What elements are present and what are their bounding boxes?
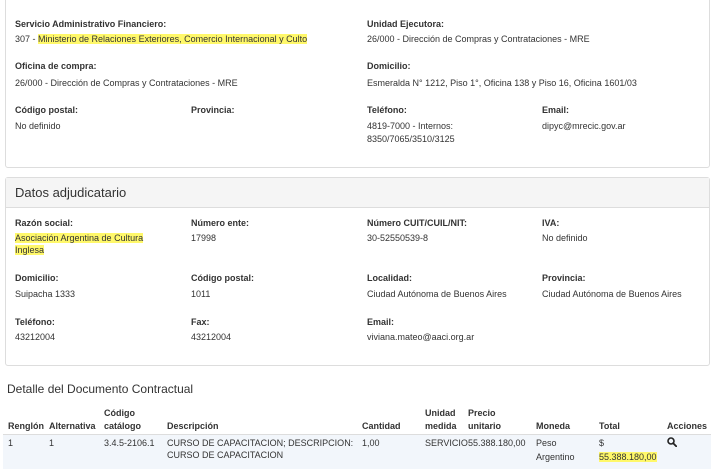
cell-alternativa: 1: [49, 438, 55, 448]
adj-email-label: Email:: [367, 317, 395, 327]
numero-ente-value: 17998: [191, 233, 217, 243]
adj-email-value: viviana.mateo@aaci.org.ar: [367, 332, 475, 342]
oficina-value: 26/000 - Dirección de Compras y Contrata…: [15, 78, 238, 88]
adj-codigo-postal-label: Código postal:: [191, 273, 254, 283]
oficina-label: Oficina de compra:: [15, 61, 97, 71]
telefono-line2: 8350/7065/3510/3125: [367, 134, 455, 144]
adj-provincia-label: Provincia:: [542, 273, 586, 283]
header-acciones: Acciones: [667, 421, 708, 431]
header-moneda: Moneda: [536, 421, 571, 431]
fax-value: 43212004: [191, 332, 232, 342]
adj-domicilio-value: Suipacha 1333: [15, 289, 76, 299]
cell-renglon: 1: [8, 438, 14, 448]
razon-social-label: Razón social:: [15, 218, 74, 228]
adj-provincia-value: Ciudad Autónoma de Buenos Aires: [542, 289, 682, 299]
razon-social-text1: Asociación Argentina de Cultura: [15, 233, 144, 243]
razon-social-line1: Asociación Argentina de Cultura: [15, 232, 144, 244]
email-label: Email:: [542, 105, 570, 115]
organismo-panel: Servicio Administrativo Financiero: 307 …: [5, 0, 710, 168]
cell-unidad: SERVICIO: [425, 438, 468, 448]
domicilio-value: Esmeralda N° 1212, Piso 1°, Oficina 138 …: [367, 78, 637, 88]
adj-domicilio-label: Domicilio:: [15, 273, 59, 283]
header-codigo-1: Código: [104, 408, 135, 418]
adjudicatario-panel: Datos adjudicatario Razón social: Asocia…: [5, 177, 710, 366]
localidad-label: Localidad:: [367, 273, 413, 283]
adj-telefono-value: 43212004: [15, 332, 56, 342]
razon-social-text2: Inglesa: [15, 245, 45, 255]
header-descripcion: Descripción: [167, 421, 219, 431]
header-total: Total: [599, 421, 620, 431]
header-precio-2: unitario: [468, 421, 501, 431]
servicio-name: Ministerio de Relaciones Exteriores, Com…: [38, 34, 308, 44]
adj-telefono-label: Teléfono:: [15, 317, 55, 327]
header-precio-1: Precio: [468, 408, 496, 418]
header-codigo-2: catálogo: [104, 421, 142, 431]
cuit-value: 30-52550539-8: [367, 233, 429, 243]
telefono-line1: 4819-7000 - Internos:: [367, 121, 454, 131]
codigo-postal-value: No definido: [15, 121, 61, 131]
codigo-postal-label: Código postal:: [15, 105, 78, 115]
detalle-title: Detalle del Documento Contractual: [7, 382, 194, 396]
header-unidad-2: medida: [425, 421, 457, 431]
cell-codigo: 3.4.5-2106.1: [104, 438, 155, 448]
total-value-highlight: 55.388.180,00: [599, 452, 657, 462]
header-renglon: Renglón: [8, 421, 44, 431]
cell-descripcion-1: CURSO DE CAPACITACION; DESCRIPCION:: [167, 438, 354, 448]
iva-value: No definido: [542, 233, 588, 243]
numero-ente-label: Número ente:: [191, 218, 250, 228]
cell-precio: 55.388.180,00: [468, 438, 526, 448]
telefono-label: Teléfono:: [367, 105, 407, 115]
unidad-ejecutora-label: Unidad Ejecutora:: [367, 19, 445, 29]
search-icon[interactable]: [667, 437, 677, 447]
adjudicatario-heading: Datos adjudicatario: [6, 178, 709, 208]
iva-label: IVA:: [542, 218, 560, 228]
servicio-code: 307 -: [15, 34, 39, 44]
header-unidad-1: Unidad: [425, 408, 456, 418]
domicilio-label: Domicilio:: [367, 61, 411, 71]
provincia-label: Provincia:: [191, 105, 235, 115]
cell-descripcion-2: CURSO DE CAPACITACION: [167, 450, 284, 460]
email-value: dipyc@mrecic.gov.ar: [542, 121, 626, 131]
fax-label: Fax:: [191, 317, 210, 327]
cuit-label: Número CUIT/CUIL/NIT:: [367, 218, 467, 228]
servicio-label: Servicio Administrativo Financiero:: [15, 19, 167, 29]
localidad-value: Ciudad Autónoma de Buenos Aires: [367, 289, 507, 299]
header-alternativa: Alternativa: [49, 421, 96, 431]
adj-codigo-postal-value: 1011: [191, 289, 211, 299]
cell-moneda-2: Argentino: [536, 452, 575, 462]
unidad-ejecutora-value: 26/000 - Dirección de Compras y Contrata…: [367, 34, 590, 44]
servicio-value: 307 - Ministerio de Relaciones Exteriore…: [15, 33, 308, 45]
razon-social-line2: Inglesa: [15, 244, 45, 256]
header-cantidad: Cantidad: [362, 421, 401, 431]
cell-total-symbol: $: [599, 438, 605, 448]
cell-total-value: 55.388.180,00: [599, 452, 657, 463]
cell-cantidad: 1,00: [362, 438, 380, 448]
cell-moneda-1: Peso: [536, 438, 557, 448]
